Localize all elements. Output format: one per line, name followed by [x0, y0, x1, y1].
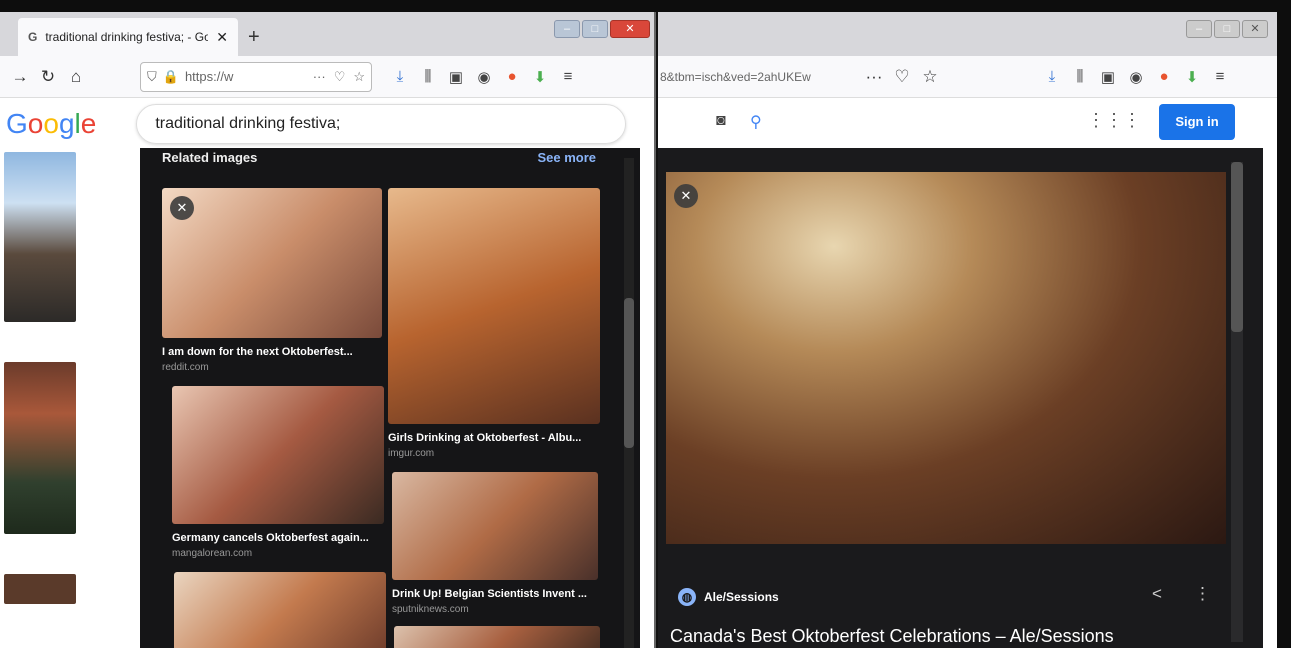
scrollbar-thumb[interactable]: [1231, 162, 1243, 332]
result-thumbnail[interactable]: [4, 152, 76, 322]
image-source: reddit.com: [162, 362, 209, 373]
close-preview-icon[interactable]: ✕: [674, 184, 698, 208]
close-icon[interactable]: ✕: [170, 196, 194, 220]
related-image[interactable]: [394, 626, 600, 648]
related-image-card[interactable]: Girls Drinking at Oktoberfest - Albu... …: [388, 188, 600, 459]
minimize-button[interactable]: –: [1186, 20, 1212, 38]
new-tab-button[interactable]: +: [248, 26, 260, 49]
extension-icon[interactable]: ●: [1150, 68, 1178, 85]
scrollbar-thumb[interactable]: [624, 298, 634, 448]
see-more-link[interactable]: See more: [537, 150, 596, 165]
google-logo[interactable]: Google: [6, 108, 96, 140]
tab-bar: – □ ✕: [658, 12, 1277, 56]
bookmark-star-icon[interactable]: ☆: [353, 69, 365, 85]
sidebar-icon[interactable]: ▣: [442, 68, 470, 86]
home-icon[interactable]: ⌂: [62, 67, 90, 87]
url-bar[interactable]: ⛉ 🔒 https://w ··· ♡ ☆: [140, 61, 372, 92]
google-header: Google traditional drinking festiva;: [0, 98, 654, 150]
maximize-button[interactable]: □: [582, 20, 608, 38]
download-icon[interactable]: ⤓: [1038, 68, 1066, 85]
share-icon[interactable]: <: [1152, 584, 1162, 604]
page-actions-icon[interactable]: ···: [860, 67, 888, 87]
image-source: mangalorean.com: [172, 548, 253, 559]
globe-icon: ◍: [678, 588, 696, 606]
result-thumbnail[interactable]: [4, 574, 76, 604]
close-window-button[interactable]: ✕: [1242, 20, 1268, 38]
monitor-bezel-right: [1277, 0, 1291, 648]
search-input[interactable]: traditional drinking festiva;: [136, 104, 627, 144]
right-browser-window: – □ ✕ 8&tbm=isch&ved=2ahUKEw ··· ♡ ☆ ⤓ ⫼…: [658, 12, 1277, 648]
forward-icon[interactable]: →: [6, 67, 34, 87]
related-image-card[interactable]: [174, 572, 386, 648]
related-image-card[interactable]: ✕ I am down for the next Oktoberfest... …: [162, 188, 382, 373]
maximize-button[interactable]: □: [1214, 20, 1240, 38]
image-caption[interactable]: Drink Up! Belgian Scientists Invent ...: [392, 588, 598, 600]
preview-source[interactable]: ◍ Ale/Sessions: [678, 588, 779, 606]
window-controls: – □ ✕: [1184, 20, 1268, 42]
source-name: Ale/Sessions: [704, 590, 779, 604]
related-image-card[interactable]: Drink Up! Belgian Scientists Invent ... …: [392, 472, 598, 615]
shield-icon[interactable]: ⛉: [147, 69, 157, 85]
camera-icon[interactable]: ◙: [716, 112, 726, 130]
window-controls: – □ ✕: [552, 20, 650, 42]
related-images-panel: Related images See more ✕ I am down for …: [140, 148, 640, 648]
image-source: imgur.com: [388, 448, 435, 459]
image-caption[interactable]: Girls Drinking at Oktoberfest - Albu...: [388, 432, 600, 444]
image-caption[interactable]: I am down for the next Oktoberfest...: [162, 346, 382, 358]
related-image[interactable]: [174, 572, 386, 648]
scrollbar[interactable]: [1231, 162, 1243, 642]
related-image[interactable]: [172, 386, 384, 524]
left-browser-window: G traditional drinking festiva; - Go ✕ +…: [0, 12, 656, 648]
search-icon[interactable]: ⚲: [750, 112, 762, 132]
result-thumbnail[interactable]: [4, 362, 76, 534]
page-actions-icon[interactable]: ···: [313, 69, 326, 84]
related-image-card[interactable]: Germany cancels Oktoberfest again... man…: [172, 386, 384, 559]
reload-icon[interactable]: ↻: [34, 67, 62, 87]
extension-icon[interactable]: ●: [498, 68, 526, 85]
left-result-thumbnails: [4, 152, 76, 644]
scrollbar[interactable]: [624, 158, 634, 648]
image-source: sputniknews.com: [392, 604, 469, 615]
lock-icon: 🔒: [162, 68, 179, 84]
menu-icon[interactable]: ≡: [554, 68, 582, 85]
image-caption[interactable]: Germany cancels Oktoberfest again...: [172, 532, 384, 544]
apps-grid-icon[interactable]: ⋮⋮⋮: [1087, 110, 1141, 131]
more-options-icon[interactable]: ⋮: [1194, 584, 1211, 604]
extension-download-icon[interactable]: ⬇: [1178, 68, 1206, 86]
related-image-card[interactable]: [394, 626, 600, 648]
pocket-icon[interactable]: ♡: [334, 69, 346, 85]
url-text: https://w: [184, 69, 234, 84]
google-favicon-icon: G: [28, 30, 38, 44]
sign-in-button[interactable]: Sign in: [1159, 104, 1235, 140]
download-icon[interactable]: ⤓: [386, 68, 414, 85]
preview-title[interactable]: Canada's Best Oktoberfest Celebrations –…: [670, 626, 1114, 647]
related-image[interactable]: [162, 188, 382, 338]
tab-bar: G traditional drinking festiva; - Go ✕ +…: [0, 12, 654, 56]
related-image[interactable]: [388, 188, 600, 424]
bookmark-star-icon[interactable]: ☆: [916, 67, 944, 87]
navigation-toolbar: 8&tbm=isch&ved=2ahUKEw ··· ♡ ☆ ⤓ ⫼ ▣ ◉ ●…: [658, 56, 1277, 98]
library-icon[interactable]: ⫼: [414, 68, 442, 85]
account-icon[interactable]: ◉: [470, 68, 498, 86]
library-icon[interactable]: ⫼: [1066, 68, 1094, 85]
close-window-button[interactable]: ✕: [610, 20, 650, 38]
related-images-header: Related images: [162, 150, 258, 165]
menu-icon[interactable]: ≡: [1206, 68, 1234, 85]
google-header: ◙ ⚲ ⋮⋮⋮ Sign in: [658, 98, 1277, 148]
navigation-toolbar: → ↻ ⌂ ⛉ 🔒 https://w ··· ♡ ☆ ⤓ ⫼ ▣ ◉ ● ⬇ …: [0, 56, 654, 98]
minimize-button[interactable]: –: [554, 20, 580, 38]
sidebar-icon[interactable]: ▣: [1094, 68, 1122, 86]
tab-google-search[interactable]: G traditional drinking festiva; - Go ✕: [18, 18, 238, 56]
extension-download-icon[interactable]: ⬇: [526, 68, 554, 86]
image-preview-panel: ✕ ◍ Ale/Sessions < ⋮ Canada's Best Oktob…: [658, 148, 1263, 648]
account-icon[interactable]: ◉: [1122, 68, 1150, 86]
monitor-bezel-top: [0, 0, 1291, 12]
related-image[interactable]: [392, 472, 598, 580]
close-tab-icon[interactable]: ✕: [216, 29, 228, 46]
pocket-icon[interactable]: ♡: [888, 67, 916, 87]
tab-title: traditional drinking festiva; - Go: [45, 30, 209, 44]
preview-image[interactable]: [666, 172, 1226, 544]
url-text[interactable]: 8&tbm=isch&ved=2ahUKEw: [658, 70, 848, 84]
